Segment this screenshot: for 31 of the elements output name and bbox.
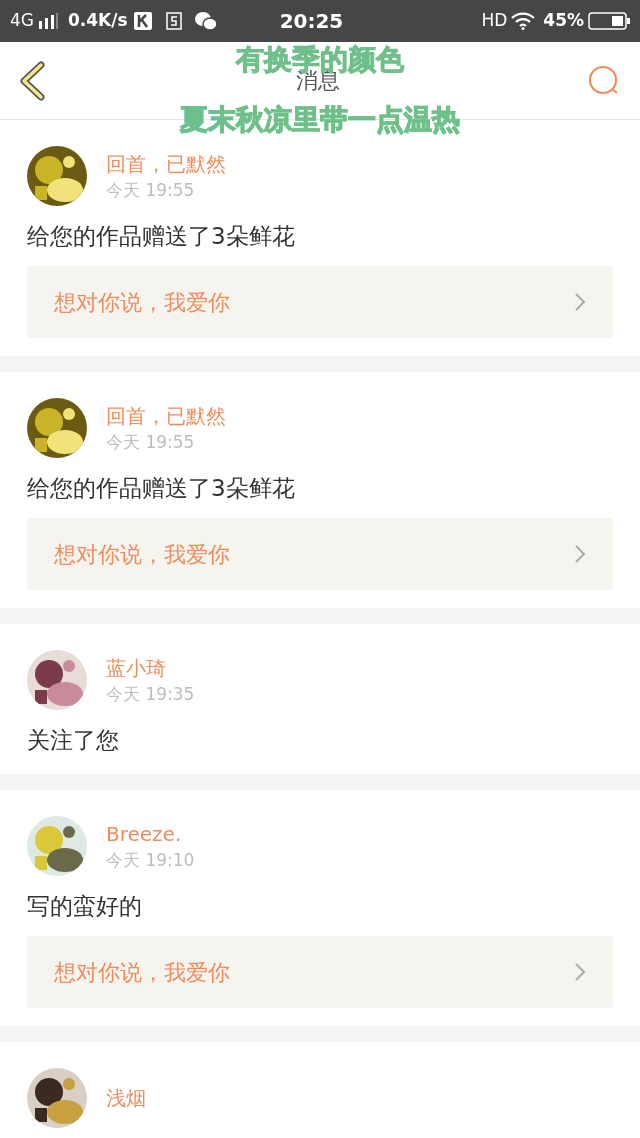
message-time: 今天 19:10 — [106, 849, 195, 872]
message-text: 关注了您 — [27, 726, 120, 755]
battery-percent: 45% — [543, 9, 584, 33]
wifi-icon — [511, 12, 536, 30]
message-text: 写的蛮好的 — [27, 892, 143, 921]
message-time: 今天 19:35 — [106, 683, 195, 706]
message-time: 今天 19:55 — [106, 431, 196, 454]
user-name[interactable]: 蓝小琦 — [106, 654, 195, 682]
user-name[interactable]: Breeze. — [106, 820, 195, 848]
network-speed: 0.4K/s — [68, 9, 128, 33]
chevron-right-icon — [574, 292, 586, 312]
chevron-right-icon — [574, 962, 586, 982]
user-name[interactable]: 回首，已默然 — [106, 150, 226, 178]
network-type: 4G — [10, 9, 34, 33]
app-icon — [165, 12, 182, 30]
message-text: 给您的作品赠送了3朵鲜花 — [27, 474, 296, 503]
chevron-right-icon — [574, 544, 586, 564]
reply-bar[interactable]: 想对你说，我爱你 — [27, 518, 613, 590]
reply-bar[interactable]: 想对你说，我爱你 — [27, 266, 613, 338]
chat-icon — [193, 11, 218, 31]
reply-bar[interactable]: 想对你说，我爱你 — [27, 936, 613, 1008]
signal-icon — [38, 13, 58, 29]
app-icon — [133, 12, 152, 30]
battery-icon — [588, 12, 630, 30]
user-name[interactable]: 回首，已默然 — [106, 402, 226, 430]
message-time: 今天 19:55 — [106, 179, 196, 202]
clock: 20:25 — [279, 8, 344, 35]
user-name[interactable]: 浅烟 — [106, 1084, 146, 1112]
back-icon — [18, 60, 46, 101]
message-text: 给您的作品赠送了3朵鲜花 — [27, 222, 296, 251]
hd-indicator: HD — [481, 9, 508, 33]
